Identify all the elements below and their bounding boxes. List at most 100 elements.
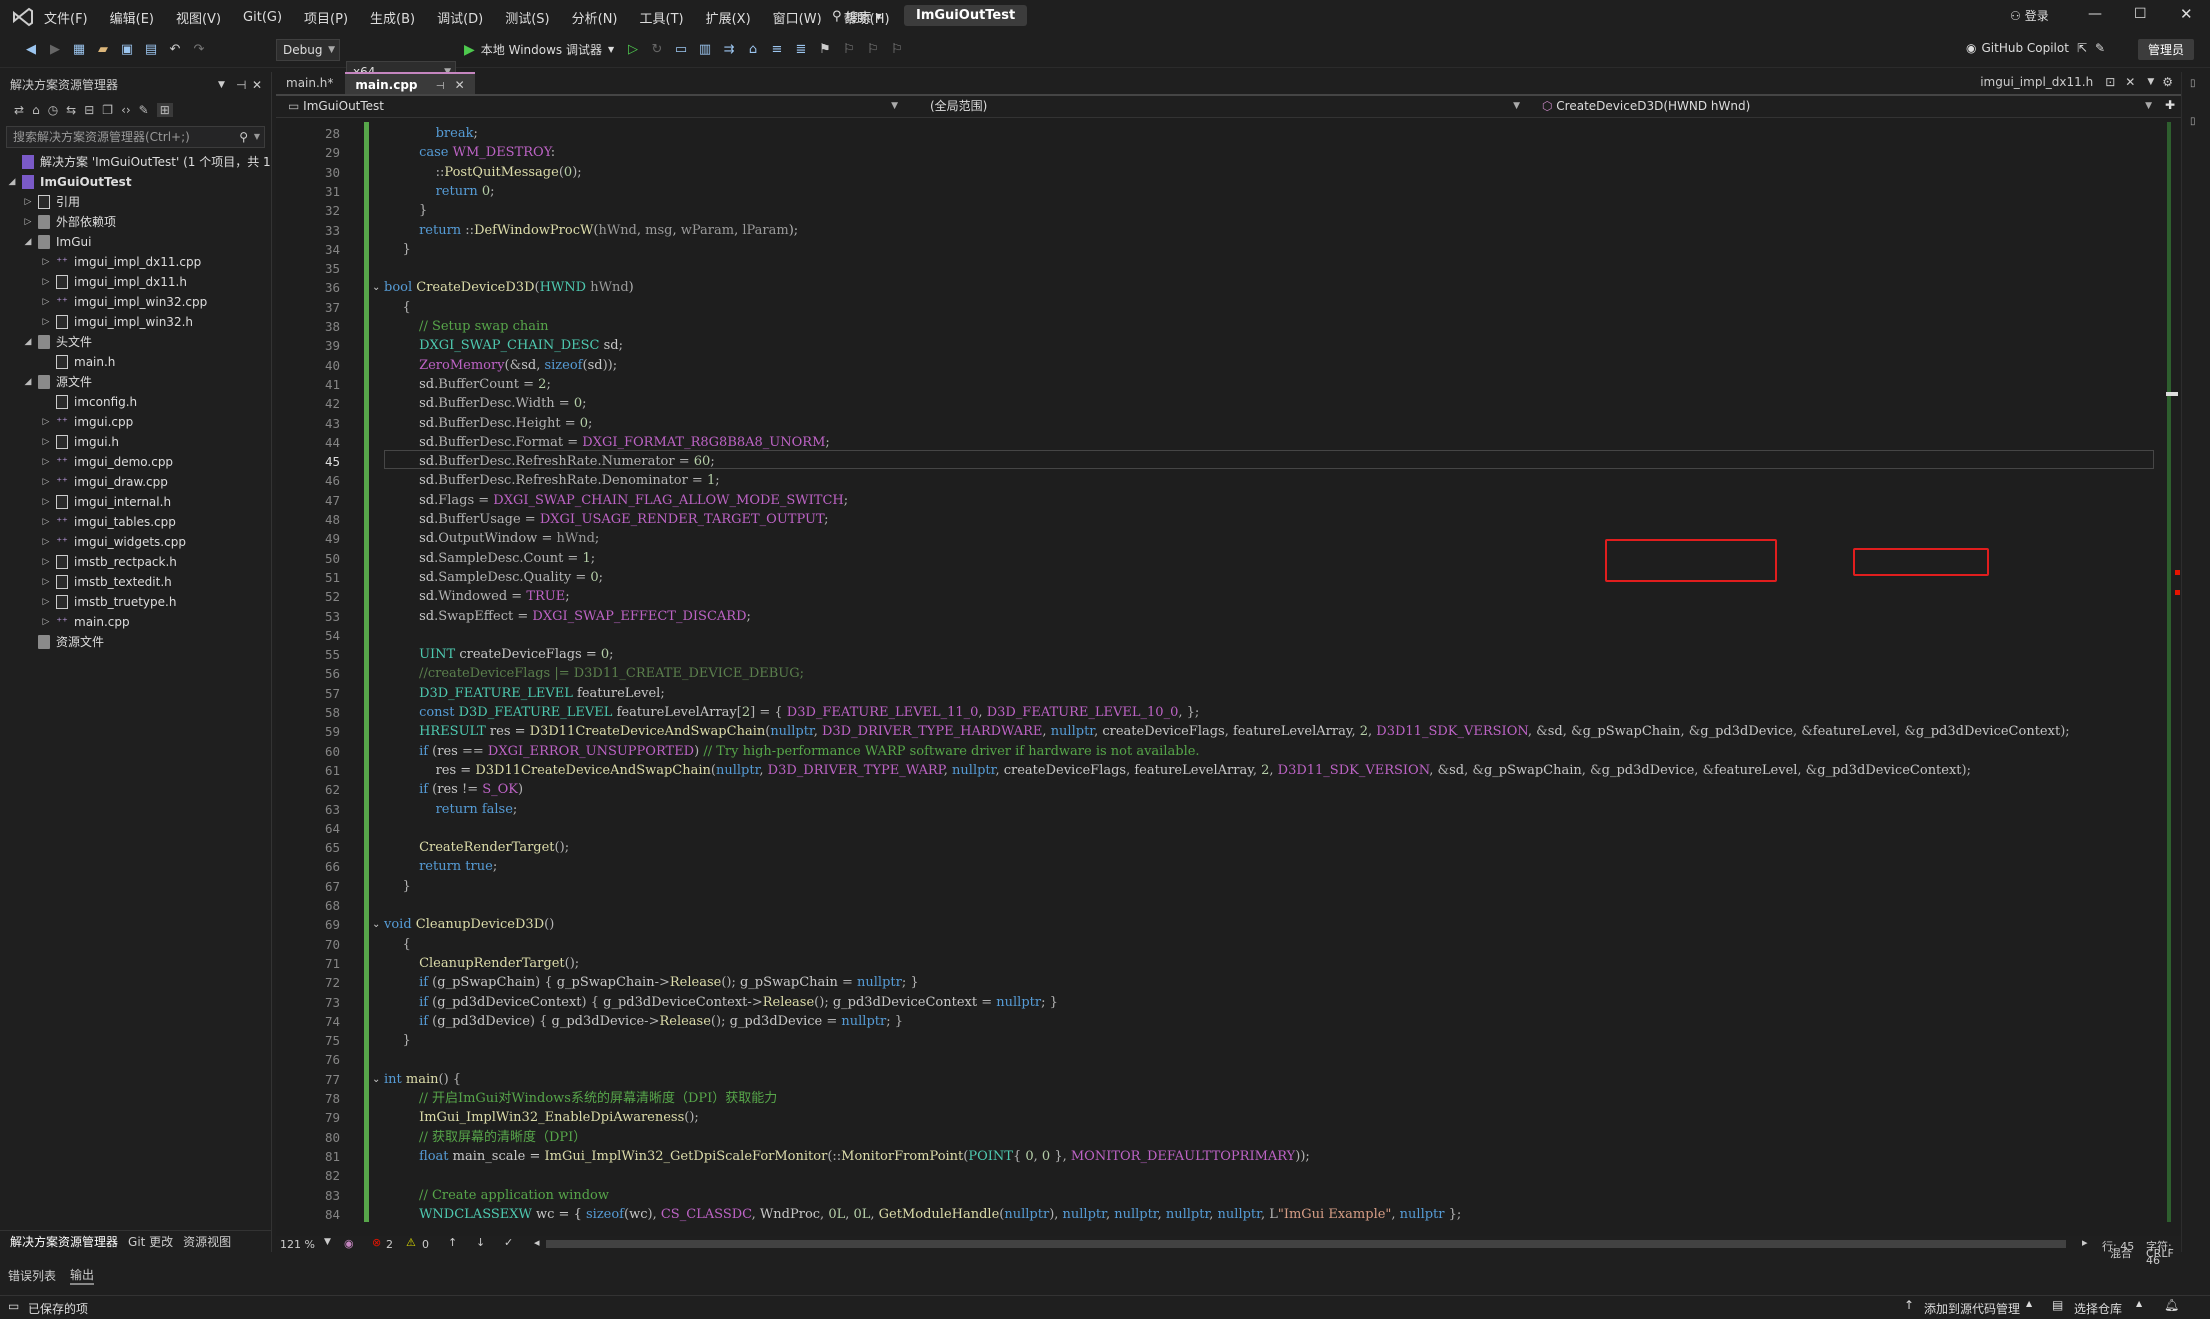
- tree-item-file[interactable]: ▷ ⁺⁺ imgui_impl_dx11.cpp: [0, 252, 271, 272]
- switch-views-icon[interactable]: ⇆: [66, 103, 76, 117]
- menu-item[interactable]: 扩展(X): [706, 8, 751, 27]
- add-to-source-control[interactable]: 添加到源代码管理: [1924, 1300, 2020, 1317]
- tree-item-file[interactable]: ▷ imstb_rectpack.h: [0, 552, 271, 572]
- menu-item[interactable]: 测试(S): [505, 8, 549, 27]
- tab-main-cpp[interactable]: main.cpp ⊣ ✕: [345, 72, 475, 94]
- pin-icon[interactable]: ⊣: [236, 72, 246, 98]
- home-icon[interactable]: ⌂: [32, 103, 40, 117]
- bookmark-clear-icon[interactable]: ⚐: [888, 41, 906, 59]
- preview-icon[interactable]: ⊞: [156, 103, 173, 117]
- pin-icon[interactable]: ⊣: [436, 81, 445, 92]
- breakpoint-icon[interactable]: ⌂: [744, 41, 762, 59]
- vertical-scrollbar[interactable]: [2163, 122, 2181, 1222]
- tree-item-file[interactable]: main.h: [0, 352, 271, 372]
- fold-toggle-icon[interactable]: ⌄: [372, 915, 380, 934]
- copilot-icon[interactable]: ◉: [344, 1237, 354, 1250]
- redo-icon[interactable]: ↷: [190, 41, 208, 59]
- scope-dropdown[interactable]: (全局范围) ▼: [924, 96, 1524, 118]
- close-icon[interactable]: ✕: [252, 72, 262, 98]
- login-button[interactable]: ⚇ 登录: [2010, 7, 2049, 24]
- tree-item-resource-folder[interactable]: 资源文件: [0, 632, 271, 652]
- tree-item-file[interactable]: imconfig.h: [0, 392, 271, 412]
- back-icon[interactable]: ◀: [22, 41, 40, 59]
- collapsed-icon[interactable]: ▷: [40, 432, 52, 452]
- config-dropdown[interactable]: Debug ▼: [276, 39, 340, 61]
- refresh-icon[interactable]: ↻: [648, 41, 666, 59]
- tab-git-changes[interactable]: Git 更改: [128, 1233, 173, 1250]
- tree-item-file[interactable]: ▷ ⁺⁺ imgui_demo.cpp: [0, 452, 271, 472]
- collapsed-icon[interactable]: ▷: [22, 192, 34, 212]
- forward-icon[interactable]: ▶: [46, 41, 64, 59]
- close-button[interactable]: ✕: [2180, 5, 2193, 23]
- layout-icon[interactable]: ▥: [696, 41, 714, 59]
- new-project-icon[interactable]: ▦: [70, 41, 88, 59]
- tab-output[interactable]: 输出: [70, 1266, 95, 1285]
- save-all-icon[interactable]: ▤: [142, 41, 160, 59]
- tree-item-file[interactable]: ▷ imstb_textedit.h: [0, 572, 271, 592]
- tree-item-file[interactable]: ▷ imgui_impl_dx11.h: [0, 272, 271, 292]
- bookmark-icon[interactable]: ⚑: [816, 41, 834, 59]
- fold-toggle-icon[interactable]: ⌄: [372, 1070, 380, 1089]
- indent-icon[interactable]: ≡: [768, 41, 786, 59]
- menu-item[interactable]: 工具(T): [640, 8, 684, 27]
- bookmark-prev-icon[interactable]: ⚐: [840, 41, 858, 59]
- undo-icon[interactable]: ↶: [166, 41, 184, 59]
- notification-bell-icon[interactable]: 🔔︎: [2164, 1298, 2179, 1312]
- collapsed-icon[interactable]: ▷: [40, 572, 52, 592]
- collapsed-icon[interactable]: ▷: [40, 292, 52, 312]
- preview-pin-icon[interactable]: ⊡: [2105, 75, 2115, 89]
- tree-item-source-folder[interactable]: ◢ 源文件: [0, 372, 271, 392]
- tree-item-file[interactable]: ▷ ⁺⁺ imgui_draw.cpp: [0, 472, 271, 492]
- fold-toggle-icon[interactable]: ⌄: [372, 278, 380, 297]
- tree-item-file[interactable]: ▷ imstb_truetype.h: [0, 592, 271, 612]
- collapsed-icon[interactable]: ▷: [40, 552, 52, 572]
- menu-item[interactable]: 视图(V): [176, 8, 221, 27]
- collapsed-icon[interactable]: ▷: [40, 532, 52, 552]
- collapsed-icon[interactable]: ▷: [40, 312, 52, 332]
- menu-item[interactable]: Git(G): [243, 10, 282, 25]
- collapsed-icon[interactable]: ▷: [40, 492, 52, 512]
- tab-solution-explorer[interactable]: 解决方案资源管理器: [10, 1233, 118, 1250]
- warning-count[interactable]: 0: [422, 1238, 429, 1251]
- tree-item-file[interactable]: ▷ ⁺⁺ imgui_tables.cpp: [0, 512, 271, 532]
- collapsed-icon[interactable]: ▷: [22, 212, 34, 232]
- tree-item-file[interactable]: ▷ imgui_internal.h: [0, 492, 271, 512]
- chevron-left-icon[interactable]: ◂: [534, 1236, 540, 1249]
- expanded-icon[interactable]: ◢: [22, 332, 34, 352]
- function-dropdown[interactable]: ⬡ CreateDeviceD3D(HWND hWnd) ▼: [1536, 96, 2156, 118]
- save-icon[interactable]: ▣: [118, 41, 136, 59]
- menu-item[interactable]: 调试(D): [437, 8, 483, 27]
- dropdown-icon[interactable]: ▼: [218, 72, 225, 98]
- outdent-icon[interactable]: ≣: [792, 41, 810, 59]
- sync-icon[interactable]: ⇄: [14, 103, 24, 117]
- project-dropdown[interactable]: ▭ ImGuiOutTest ▼: [282, 96, 902, 118]
- collapse-icon[interactable]: ⊟: [84, 103, 94, 117]
- tab-list-icon[interactable]: ▼: [2147, 77, 2154, 87]
- line-ending[interactable]: CRLF: [2146, 1247, 2174, 1260]
- code-area[interactable]: 28 break; 29 case WM_DESTROY: 30 ::PostQui…: [276, 122, 2166, 1222]
- menu-item[interactable]: 分析(N): [572, 8, 618, 27]
- collapsed-icon[interactable]: ▷: [40, 472, 52, 492]
- brush-icon[interactable]: ✓: [504, 1236, 513, 1249]
- code-icon[interactable]: ‹›: [121, 103, 131, 117]
- close-icon[interactable]: ✕: [455, 78, 465, 92]
- copy-icon[interactable]: ❐: [102, 103, 113, 117]
- tab-main-h[interactable]: main.h*: [276, 72, 343, 94]
- wrench-icon[interactable]: ✎: [139, 103, 149, 117]
- menu-item[interactable]: 文件(F): [44, 8, 88, 27]
- tree-item-external[interactable]: ▷ 外部依赖项: [0, 212, 271, 232]
- open-folder-icon[interactable]: ▰: [94, 41, 112, 59]
- menu-item[interactable]: 项目(P): [304, 8, 348, 27]
- copilot-button[interactable]: ◉ GitHub Copilot ⇱ ✎: [1966, 41, 2105, 55]
- maximize-button[interactable]: ☐: [2134, 6, 2147, 22]
- tree-item-project[interactable]: ◢ ImGuiOutTest: [0, 172, 271, 192]
- expanded-icon[interactable]: ◢: [22, 232, 34, 252]
- tree-item-file[interactable]: ▷ imgui_impl_win32.h: [0, 312, 271, 332]
- step-icon[interactable]: ⇉: [720, 41, 738, 59]
- collapsed-icon[interactable]: ▷: [40, 412, 52, 432]
- arrow-up-icon[interactable]: ↑: [448, 1236, 457, 1249]
- close-icon[interactable]: ✕: [2125, 75, 2135, 89]
- tree-item-headers-folder[interactable]: ◢ 头文件: [0, 332, 271, 352]
- collapsed-icon[interactable]: ▷: [40, 252, 52, 272]
- tree-item-references[interactable]: ▷ 引用: [0, 192, 271, 212]
